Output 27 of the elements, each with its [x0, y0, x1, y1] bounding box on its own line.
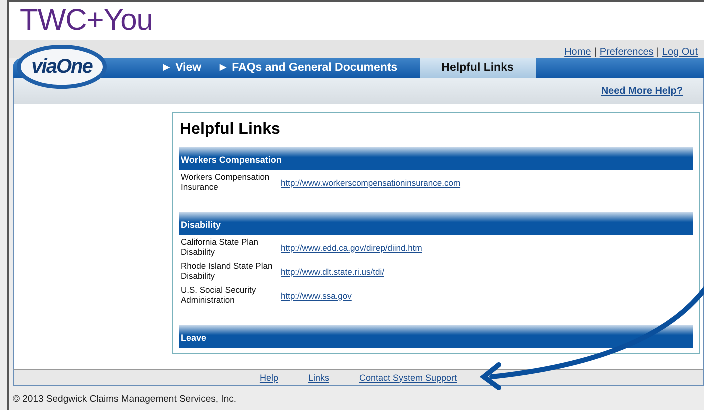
url-link[interactable]: http://www.ssa.gov: [281, 290, 352, 300]
brand-title: TWC+You: [20, 4, 153, 38]
separator: |: [594, 47, 597, 58]
logo-text: viaOne: [32, 56, 92, 78]
link-label: U.S. Social Security Administration: [181, 286, 258, 306]
footer-link[interactable]: Contact System Support: [359, 372, 458, 382]
section-header: Workers Compensation: [179, 147, 693, 170]
page-heading: Helpful Links: [180, 121, 282, 139]
footer-link[interactable]: Help: [260, 372, 278, 382]
url-link[interactable]: http://www.edd.ca.gov/direp/diind.htm: [281, 242, 422, 252]
separator: |: [656, 47, 660, 58]
nav-tab[interactable]: Helpful Links: [420, 58, 536, 78]
top-nav-link[interactable]: Preferences: [600, 47, 654, 58]
top-nav-link[interactable]: Home: [564, 47, 592, 58]
nav-tab[interactable]: ► FAQs and General Documents: [210, 58, 406, 78]
link-label: Workers Compensation Insurance: [181, 172, 271, 192]
section-header: Leave: [179, 325, 693, 348]
top-nav-link[interactable]: Log Out: [662, 47, 698, 58]
link-label: California State Plan Disability: [181, 238, 260, 258]
copyright-text: © 2013 Sedgwick Claims Management Services, Inc.: [12, 393, 238, 405]
url-link[interactable]: http://www.dlt.state.ri.us/tdi/: [281, 266, 384, 276]
url-link[interactable]: http://www.workerscompensationinsurance.com: [281, 178, 461, 188]
nav-tab[interactable]: ► View: [153, 58, 210, 78]
footer-link[interactable]: Links: [308, 372, 330, 382]
section-header: Disability: [179, 212, 693, 235]
need-help-link[interactable]: Need More Help?: [601, 86, 683, 96]
link-label: Rhode Island State Plan Disability: [181, 262, 274, 282]
